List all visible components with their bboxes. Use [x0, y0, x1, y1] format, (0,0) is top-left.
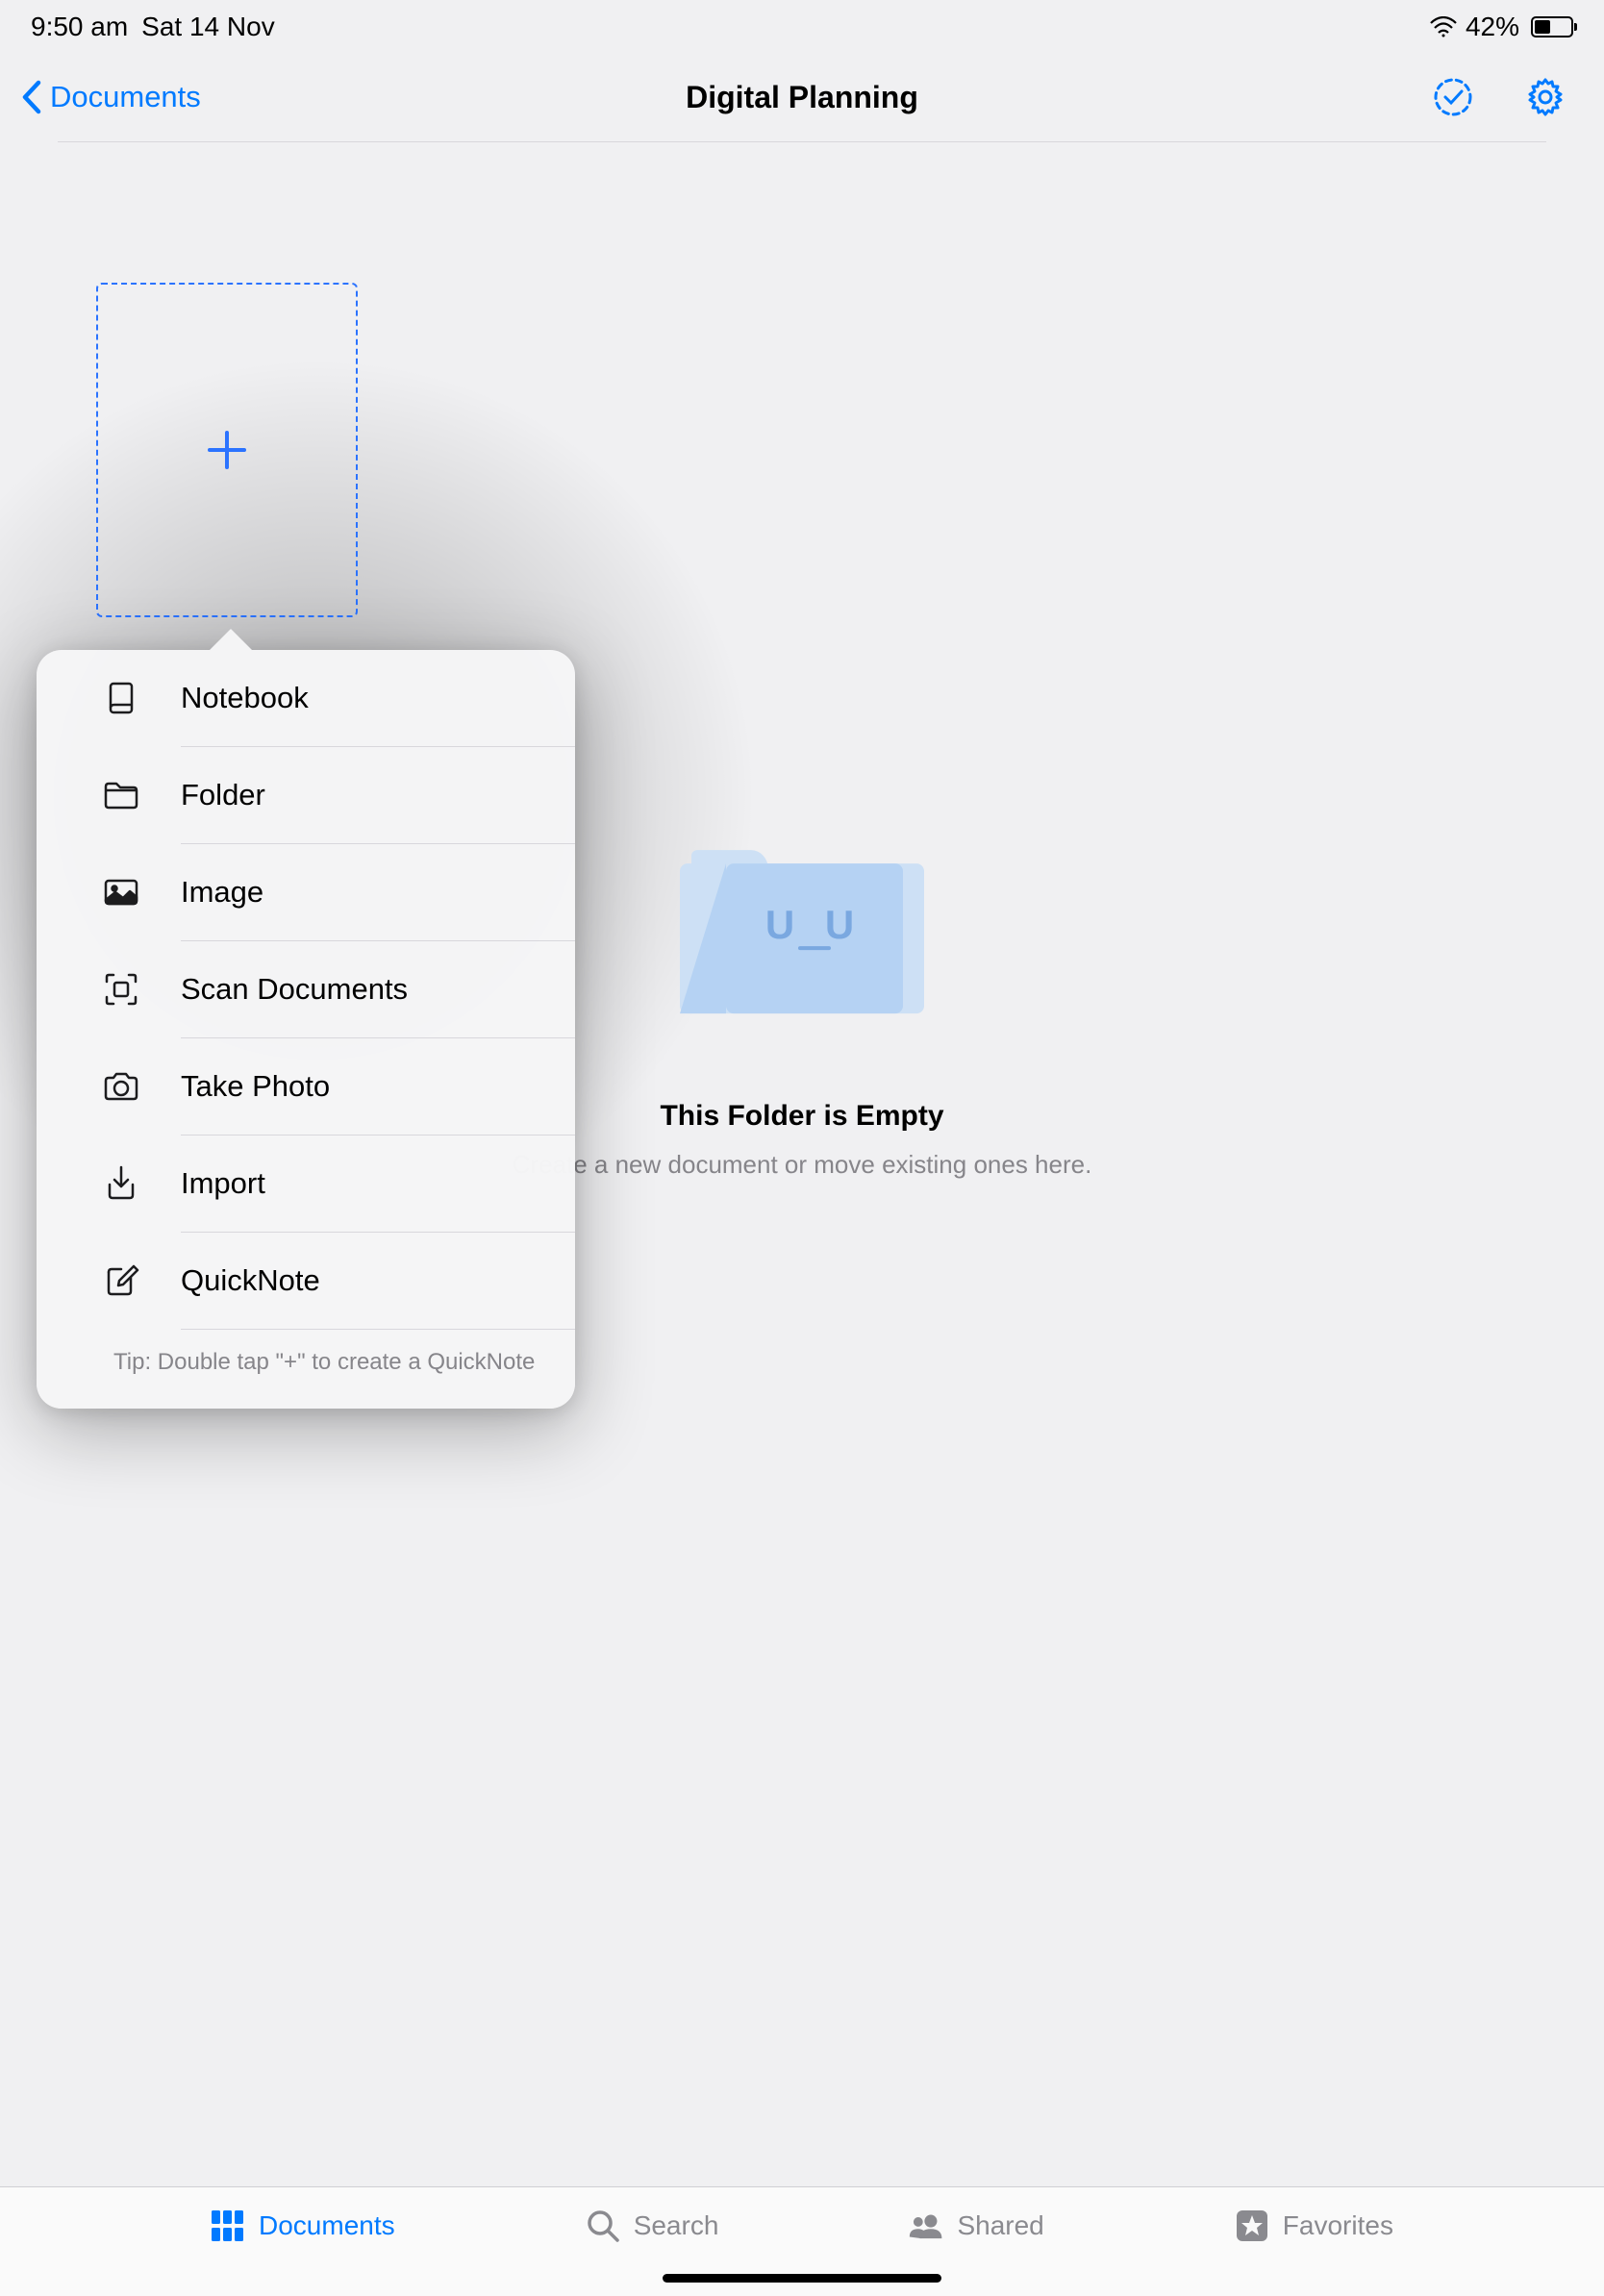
battery-percent: 42%: [1466, 12, 1519, 42]
status-date: Sat 14 Nov: [141, 12, 275, 42]
menu-item-label: Image: [181, 875, 263, 910]
plus-icon: [204, 427, 250, 473]
add-document-tile[interactable]: [96, 283, 358, 617]
tab-label: Documents: [259, 2210, 395, 2241]
menu-item-label: Folder: [181, 778, 265, 812]
tab-search[interactable]: Search: [586, 2209, 719, 2243]
import-icon: [100, 1162, 142, 1205]
nav-bar: Documents Digital Planning: [0, 52, 1604, 142]
popover-tip: Tip: Double tap "+" to create a QuickNot…: [113, 1330, 575, 1409]
menu-item-scan-documents[interactable]: Scan Documents: [181, 941, 575, 1038]
menu-item-import[interactable]: Import: [181, 1136, 575, 1233]
tab-label: Shared: [957, 2210, 1043, 2241]
wifi-icon: [1429, 16, 1458, 37]
tab-label: Favorites: [1283, 2210, 1393, 2241]
settings-button[interactable]: [1525, 77, 1566, 117]
back-button[interactable]: Documents: [19, 78, 201, 116]
menu-item-label: QuickNote: [181, 1263, 320, 1298]
status-bar: 9:50 am Sat 14 Nov 42%: [0, 0, 1604, 52]
tab-shared[interactable]: Shared: [909, 2209, 1043, 2243]
chevron-left-icon: [19, 78, 46, 116]
tab-favorites[interactable]: Favorites: [1235, 2209, 1393, 2243]
tab-bar: Documents Search Shared Favorites: [0, 2186, 1604, 2296]
battery-icon: [1531, 16, 1573, 37]
select-mode-button[interactable]: [1433, 77, 1473, 117]
search-icon: [586, 2209, 620, 2243]
favorites-star-icon: [1235, 2209, 1269, 2243]
menu-item-label: Scan Documents: [181, 972, 408, 1007]
empty-title: This Folder is Empty: [660, 1100, 943, 1133]
documents-grid-icon: [211, 2209, 245, 2243]
scan-icon: [100, 968, 142, 1011]
page-title: Digital Planning: [686, 80, 918, 115]
notebook-icon: [100, 677, 142, 719]
menu-item-label: Take Photo: [181, 1069, 330, 1104]
tab-documents[interactable]: Documents: [211, 2209, 395, 2243]
menu-item-image[interactable]: Image: [181, 844, 575, 941]
image-icon: [100, 871, 142, 913]
menu-item-take-photo[interactable]: Take Photo: [181, 1038, 575, 1136]
back-label: Documents: [50, 80, 201, 114]
content-area: U U This Folder is Empty Create a new do…: [0, 142, 1604, 2184]
empty-subtitle: Create a new document or move existing o…: [513, 1150, 1092, 1180]
menu-item-label: Import: [181, 1166, 265, 1201]
menu-item-folder[interactable]: Folder: [181, 747, 575, 844]
folder-icon: [100, 774, 142, 816]
home-indicator[interactable]: [663, 2274, 941, 2283]
shared-people-icon: [909, 2209, 943, 2243]
menu-item-notebook[interactable]: Notebook: [181, 650, 575, 747]
menu-item-label: Notebook: [181, 681, 309, 715]
quicknote-icon: [100, 1260, 142, 1302]
status-time: 9:50 am: [31, 12, 128, 42]
menu-item-quicknote[interactable]: QuickNote: [181, 1233, 575, 1330]
create-menu-popover: Notebook Folder Image Scan Documents: [37, 650, 575, 1409]
tab-label: Search: [634, 2210, 719, 2241]
camera-icon: [100, 1065, 142, 1108]
empty-folder-icon: U U: [680, 850, 924, 1013]
